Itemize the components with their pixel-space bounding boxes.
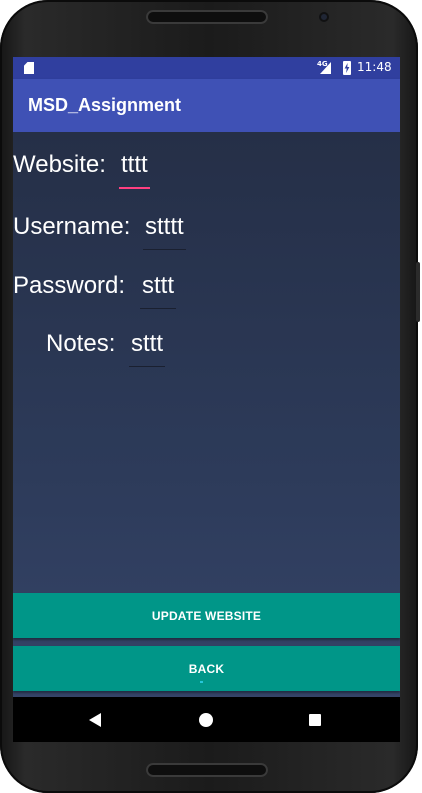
screen: 4G 11:48 MSD_Assignment Website: tttt Us… <box>13 57 400 742</box>
side-power-button <box>416 262 420 322</box>
back-button[interactable]: BACK <box>13 646 400 691</box>
button-focus-indicator <box>200 681 203 683</box>
navigation-bar <box>13 697 400 742</box>
charging-bolt-icon <box>344 63 350 73</box>
front-camera <box>319 12 329 22</box>
username-field[interactable]: stttt <box>143 213 186 250</box>
update-website-button[interactable]: UPDATE WEBSITE <box>13 593 400 638</box>
battery-charging-icon <box>343 61 351 75</box>
website-label: Website: <box>13 151 106 178</box>
home-circle-icon[interactable] <box>199 713 213 727</box>
app-bar: MSD_Assignment <box>13 79 400 132</box>
status-bar: 4G 11:48 <box>13 57 400 79</box>
notes-label: Notes: <box>46 330 116 357</box>
username-label: Username: <box>13 213 131 240</box>
recents-square-icon[interactable] <box>309 714 321 726</box>
website-field[interactable]: tttt <box>119 151 150 189</box>
status-clock: 11:48 <box>357 60 392 74</box>
password-field[interactable]: sttt <box>140 272 177 309</box>
app-title: MSD_Assignment <box>28 95 182 115</box>
sd-card-icon <box>24 62 34 74</box>
top-speaker <box>146 10 268 24</box>
back-triangle-icon[interactable] <box>89 713 101 727</box>
notes-field[interactable]: sttt <box>129 330 166 367</box>
bottom-speaker <box>146 763 268 777</box>
phone-frame: 4G 11:48 MSD_Assignment Website: tttt Us… <box>0 0 420 793</box>
password-label: Password: <box>13 272 126 299</box>
network-type-label: 4G <box>317 60 328 68</box>
